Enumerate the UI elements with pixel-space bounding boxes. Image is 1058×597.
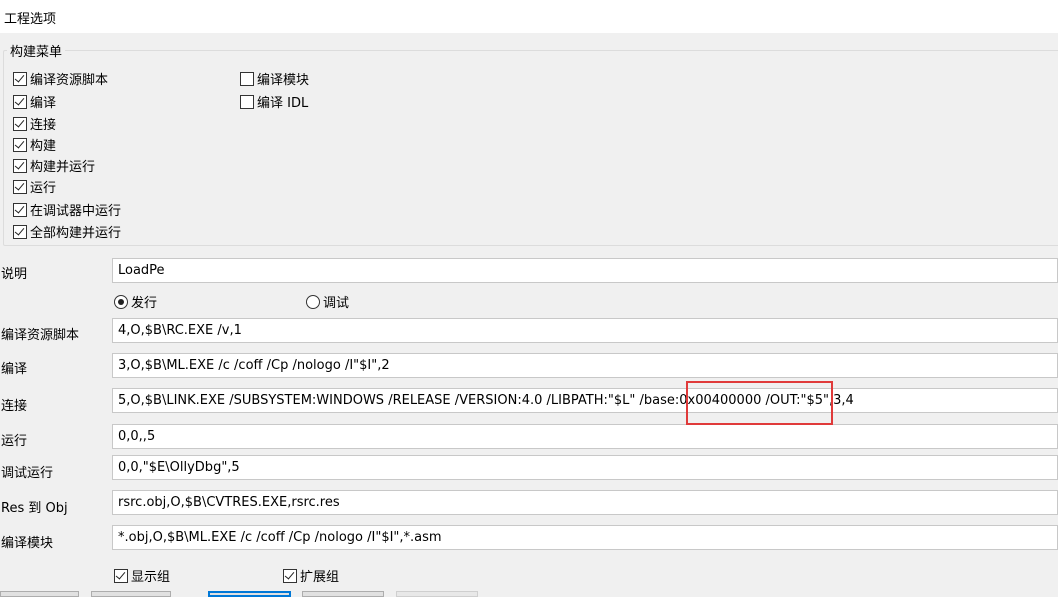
build-menu-legend: 构建菜单 <box>7 41 66 60</box>
highlight-box <box>686 381 833 425</box>
dialog-button-2[interactable] <box>91 591 171 597</box>
command-label-debug-run: 调试运行 <box>1 466 54 481</box>
dialog-button-default[interactable] <box>208 591 291 597</box>
command-label-compile-resource: 编译资源脚本 <box>1 328 80 343</box>
radio-circle[interactable] <box>114 294 128 309</box>
description-input[interactable]: LoadPe <box>112 258 1058 283</box>
command-input-compile[interactable]: 3,O,$B\ML.EXE /c /coff /Cp /nologo /I"$I… <box>112 353 1058 378</box>
checkbox-show-group[interactable]: 显示组 <box>114 566 170 585</box>
checkbox-compile-resource[interactable]: 编译资源脚本 <box>13 69 108 88</box>
title-bar: 工程选项 <box>0 0 1058 33</box>
dialog-button-4[interactable] <box>302 591 384 597</box>
checkbox-box[interactable] <box>240 71 254 86</box>
command-label-compile: 编译 <box>1 362 28 377</box>
command-label-run: 运行 <box>1 434 28 449</box>
checkbox-box[interactable] <box>13 137 27 152</box>
command-input-debug-run[interactable]: 0,0,"$E\OllyDbg",5 <box>112 455 1058 480</box>
dialog-button-1[interactable] <box>0 591 79 597</box>
dialog-button-5[interactable] <box>396 591 478 597</box>
checkbox-run[interactable]: 运行 <box>13 177 56 196</box>
checkbox-link[interactable]: 连接 <box>13 114 56 133</box>
checkbox-build-all-and-run[interactable]: 全部构建并运行 <box>13 222 121 241</box>
checkbox-extend-group[interactable]: 扩展组 <box>283 566 339 585</box>
checkbox-box[interactable] <box>283 568 297 583</box>
radio-release[interactable]: 发行 <box>114 292 157 311</box>
checkbox-run-in-debugger[interactable]: 在调试器中运行 <box>13 200 121 219</box>
checkbox-box[interactable] <box>13 94 27 109</box>
checkbox-box[interactable] <box>13 179 27 194</box>
checkbox-build-and-run[interactable]: 构建并运行 <box>13 156 95 175</box>
description-label: 说明 <box>1 267 28 282</box>
checkbox-box[interactable] <box>13 158 27 173</box>
command-input-link[interactable]: 5,O,$B\LINK.EXE /SUBSYSTEM:WINDOWS /RELE… <box>112 388 1058 413</box>
checkbox-box[interactable] <box>114 568 128 583</box>
radio-circle[interactable] <box>306 294 320 309</box>
command-label-compile-module: 编译模块 <box>1 536 54 551</box>
checkbox-compile-module[interactable]: 编译模块 <box>240 69 309 88</box>
command-label-link: 连接 <box>1 399 28 414</box>
command-input-res-to-obj[interactable]: rsrc.obj,O,$B\CVTRES.EXE,rsrc.res <box>112 490 1058 515</box>
command-input-run[interactable]: 0,0,,5 <box>112 424 1058 449</box>
command-label-res-to-obj: Res 到 Obj <box>1 501 68 516</box>
checkbox-box[interactable] <box>240 94 254 109</box>
checkbox-box[interactable] <box>13 224 27 239</box>
checkbox-build[interactable]: 构建 <box>13 135 56 154</box>
command-input-compile-resource[interactable]: 4,O,$B\RC.EXE /v,1 <box>112 318 1058 343</box>
build-menu-group <box>3 50 1058 246</box>
radio-debug[interactable]: 调试 <box>306 292 349 311</box>
checkbox-box[interactable] <box>13 71 27 86</box>
checkbox-box[interactable] <box>13 116 27 131</box>
checkbox-box[interactable] <box>13 202 27 217</box>
checkbox-compile[interactable]: 编译 <box>13 92 56 111</box>
checkbox-compile-idl[interactable]: 编译 IDL <box>240 92 308 111</box>
window-title: 工程选项 <box>4 12 57 27</box>
command-input-compile-module[interactable]: *.obj,O,$B\ML.EXE /c /coff /Cp /nologo /… <box>112 525 1058 550</box>
